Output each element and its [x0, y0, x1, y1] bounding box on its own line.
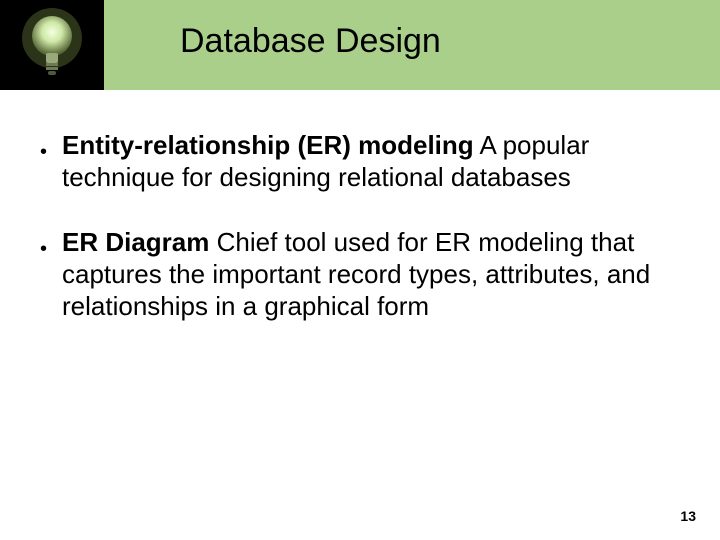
bullet-item: • Entity-relationship (ER) modeling A po… — [40, 130, 680, 193]
bullet-bold: Entity-relationship (ER) modeling — [62, 130, 474, 160]
header-band: Database Design — [0, 0, 720, 90]
bullet-bold: ER Diagram — [62, 227, 209, 257]
slide-content: • Entity-relationship (ER) modeling A po… — [40, 130, 680, 357]
bullet-text: Entity-relationship (ER) modeling A popu… — [62, 130, 680, 193]
lightbulb-icon — [17, 5, 87, 85]
bullet-dot: • — [40, 142, 48, 162]
bullet-dot: • — [40, 239, 48, 259]
page-number: 13 — [680, 508, 696, 524]
bullet-item: • ER Diagram Chief tool used for ER mode… — [40, 227, 680, 322]
header-icon-block — [0, 0, 104, 90]
bullet-text: ER Diagram Chief tool used for ER modeli… — [62, 227, 680, 322]
slide-title: Database Design — [180, 22, 441, 61]
